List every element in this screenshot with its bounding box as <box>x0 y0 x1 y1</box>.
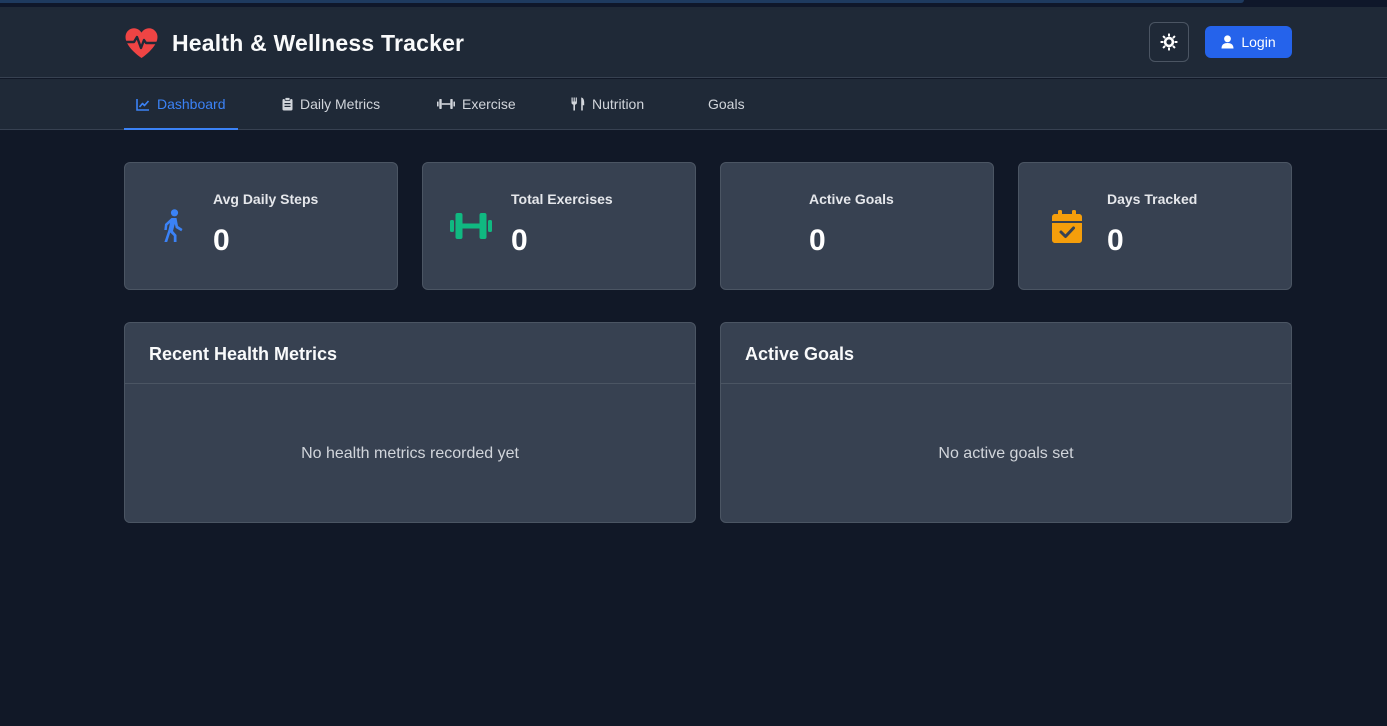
stat-value: 0 <box>511 224 528 257</box>
stat-card-exercises: Total Exercises 0 <box>422 162 696 290</box>
stat-card-days-tracked: Days Tracked 0 <box>1018 162 1292 290</box>
dumbbell-icon <box>450 213 492 239</box>
utensils-icon <box>571 97 585 111</box>
sun-icon <box>1160 33 1178 51</box>
tab-label: Dashboard <box>157 96 226 112</box>
chart-line-icon <box>136 98 150 111</box>
tab-label: Daily Metrics <box>300 96 381 112</box>
tab-nutrition[interactable]: Nutrition <box>571 79 644 129</box>
walking-icon <box>164 209 183 242</box>
top-strip <box>0 0 1387 7</box>
theme-toggle-button[interactable] <box>1149 22 1189 62</box>
tab-label: Nutrition <box>592 96 645 112</box>
top-glow <box>0 0 1244 3</box>
dumbbell-icon <box>437 99 455 109</box>
login-label: Login <box>1241 34 1276 50</box>
stat-value: 0 <box>809 224 826 257</box>
main-nav: Dashboard Daily Metrics Exercise Nutriti… <box>0 79 1387 130</box>
tab-label: Goals <box>708 96 745 112</box>
tab-goals[interactable]: Goals <box>708 79 745 129</box>
empty-state-text: No active goals set <box>938 445 1074 462</box>
stat-label: Avg Daily Steps <box>213 191 319 207</box>
tab-dashboard[interactable]: Dashboard <box>124 79 238 130</box>
app-header: Health & Wellness Tracker Login <box>0 7 1387 78</box>
recent-metrics-panel: Recent Health Metrics No health metrics … <box>124 322 696 523</box>
empty-state-text: No health metrics recorded yet <box>301 445 519 462</box>
user-icon <box>1221 35 1234 49</box>
panel-title: Recent Health Metrics <box>125 323 695 384</box>
calendar-check-icon <box>1052 210 1082 243</box>
stat-value: 0 <box>1107 224 1124 257</box>
tab-label: Exercise <box>462 96 516 112</box>
panel-title: Active Goals <box>721 323 1291 384</box>
tab-exercise[interactable]: Exercise <box>437 79 516 129</box>
brand[interactable]: Health & Wellness Tracker <box>124 26 464 60</box>
stat-label: Total Exercises <box>511 191 613 207</box>
active-goals-panel: Active Goals No active goals set <box>720 322 1292 523</box>
app-title: Health & Wellness Tracker <box>172 29 465 56</box>
tab-daily-metrics[interactable]: Daily Metrics <box>282 79 380 129</box>
stat-label: Days Tracked <box>1107 191 1198 207</box>
stat-card-active-goals: Active Goals 0 <box>720 162 994 290</box>
heart-pulse-icon <box>124 28 159 58</box>
login-button[interactable]: Login <box>1205 26 1292 58</box>
stat-value: 0 <box>213 224 230 257</box>
stat-label: Active Goals <box>809 191 894 207</box>
clipboard-icon <box>282 97 293 111</box>
stat-card-steps: Avg Daily Steps 0 <box>124 162 398 290</box>
